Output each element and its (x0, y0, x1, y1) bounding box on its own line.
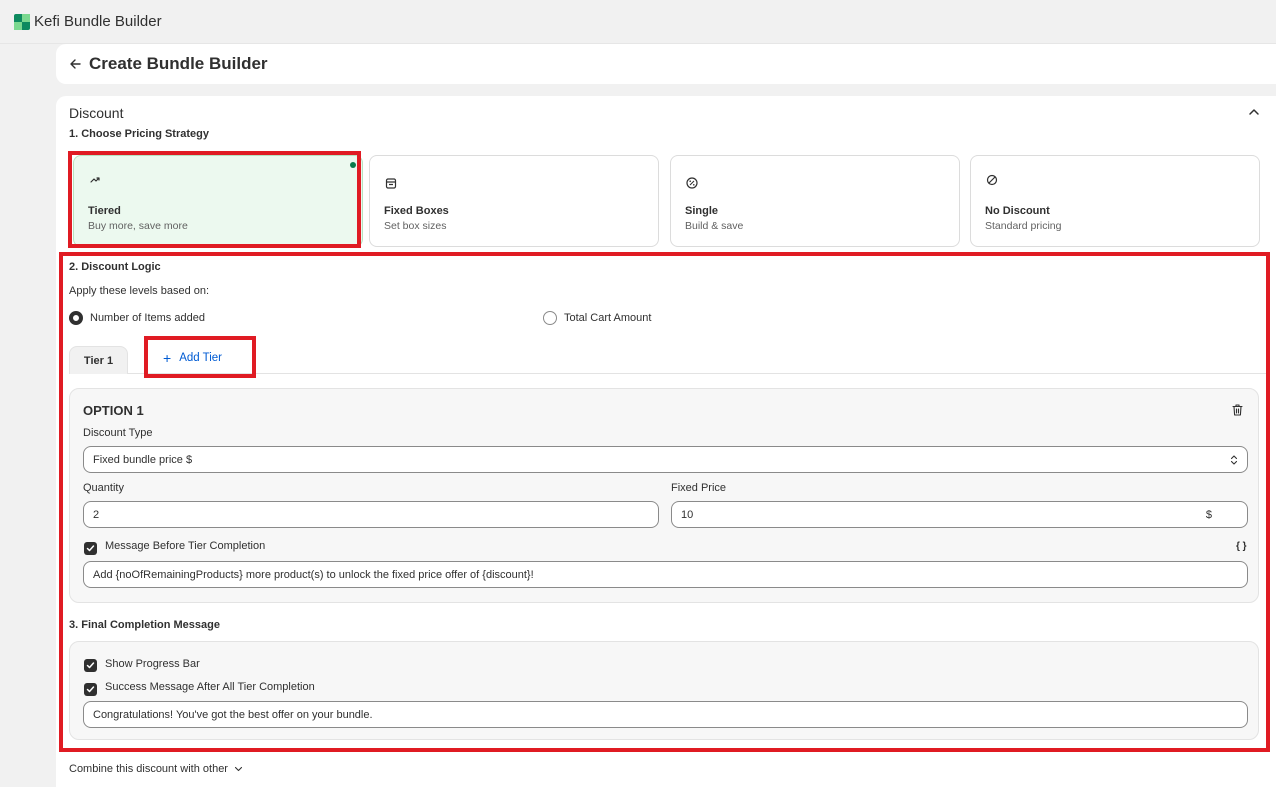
fixed-price-value: 10 (681, 508, 694, 521)
discount-type-value: Fixed bundle price $ (93, 453, 193, 466)
combine-label: Combine this discount with other (69, 763, 228, 775)
radio-label: Total Cart Amount (564, 312, 652, 324)
option-title: OPTION 1 (83, 403, 144, 418)
strategy-desc: Buy more, save more (88, 220, 188, 232)
plus-icon: + (163, 350, 172, 366)
strategy-name: Tiered (88, 205, 121, 217)
strategy-desc: Build & save (685, 220, 744, 232)
chevron-up-icon[interactable] (1248, 106, 1260, 118)
discount-card: Discount 1. Choose Pricing Strategy Tier… (56, 96, 1276, 787)
fixed-price-label: Fixed Price (671, 482, 727, 494)
strategy-name: No Discount (985, 205, 1050, 217)
strategy-desc: Standard pricing (985, 220, 1062, 232)
currency-suffix: $ (1205, 508, 1212, 521)
add-tier-button[interactable]: + Add Tier (163, 350, 222, 366)
step1-label: 1. Choose Pricing Strategy (69, 128, 209, 140)
page-title: Create Bundle Builder (89, 54, 268, 73)
message-before-label: Message Before Tier Completion (105, 540, 266, 552)
trending-up-icon (90, 177, 100, 183)
strategy-name: Single (685, 205, 719, 217)
show-progress-checkbox[interactable] (84, 659, 97, 672)
radio-items-added[interactable]: Number of Items added (69, 311, 205, 325)
discount-section-title: Discount (69, 105, 124, 121)
success-message-checkbox[interactable] (84, 683, 97, 696)
selected-dot (350, 162, 356, 168)
strategy-desc: Set box sizes (384, 220, 447, 232)
success-message-label: Success Message After All Tier Completio… (105, 681, 315, 693)
strategy-no-discount[interactable]: No Discount Standard pricing (970, 155, 1260, 247)
badge-percent-icon (686, 177, 698, 189)
box-icon (385, 178, 397, 189)
tabs-divider (69, 373, 1266, 374)
select-chevrons-icon (1230, 455, 1238, 465)
tab-tier-1[interactable]: Tier 1 (69, 346, 128, 374)
message-before-checkbox[interactable] (84, 542, 97, 555)
quantity-label: Quantity (83, 482, 124, 494)
quantity-input[interactable]: 2 (83, 501, 659, 528)
step3-label: 3. Final Completion Message (69, 619, 220, 631)
checkmark-icon (86, 662, 95, 669)
discount-type-label: Discount Type (83, 427, 153, 439)
add-tier-label: Add Tier (179, 352, 223, 364)
checkmark-icon (86, 545, 95, 552)
arrow-left-icon[interactable] (70, 56, 81, 72)
trash-icon[interactable] (1231, 403, 1244, 417)
radio-button[interactable] (69, 311, 83, 325)
app-topbar: Kefi Bundle Builder (0, 0, 1276, 44)
success-message-input[interactable]: Congratulations! You've got the best off… (83, 701, 1248, 728)
message-before-input[interactable]: Add {noOfRemainingProducts} more product… (83, 561, 1248, 588)
radio-label: Number of Items added (90, 312, 205, 324)
option-card: OPTION 1 Discount Type Fixed bundle pric… (69, 388, 1259, 603)
page-header: Create Bundle Builder (56, 44, 1276, 84)
apply-levels-label: Apply these levels based on: (69, 285, 210, 297)
chevron-down-icon (234, 766, 243, 772)
combine-discount-toggle[interactable]: Combine this discount with other (69, 763, 243, 775)
fixed-price-input[interactable]: 10 $ (671, 501, 1248, 528)
variables-icon[interactable]: { } (1236, 541, 1247, 552)
no-entry-icon (986, 174, 998, 186)
strategy-single[interactable]: Single Build & save (670, 155, 960, 247)
strategy-fixed-boxes[interactable]: Fixed Boxes Set box sizes (369, 155, 659, 247)
app-title: Kefi Bundle Builder (34, 13, 162, 30)
step2-label: 2. Discount Logic (69, 261, 161, 273)
checkmark-icon (86, 686, 95, 693)
strategy-tiered[interactable]: Tiered Buy more, save more (73, 155, 363, 247)
app-logo-icon (14, 13, 30, 30)
radio-total-cart[interactable]: Total Cart Amount (543, 311, 651, 325)
strategy-name: Fixed Boxes (384, 205, 449, 217)
show-progress-label: Show Progress Bar (105, 658, 200, 670)
discount-type-select[interactable]: Fixed bundle price $ (83, 446, 1248, 473)
radio-button[interactable] (543, 311, 557, 325)
final-message-card: Show Progress Bar Success Message After … (69, 641, 1259, 740)
